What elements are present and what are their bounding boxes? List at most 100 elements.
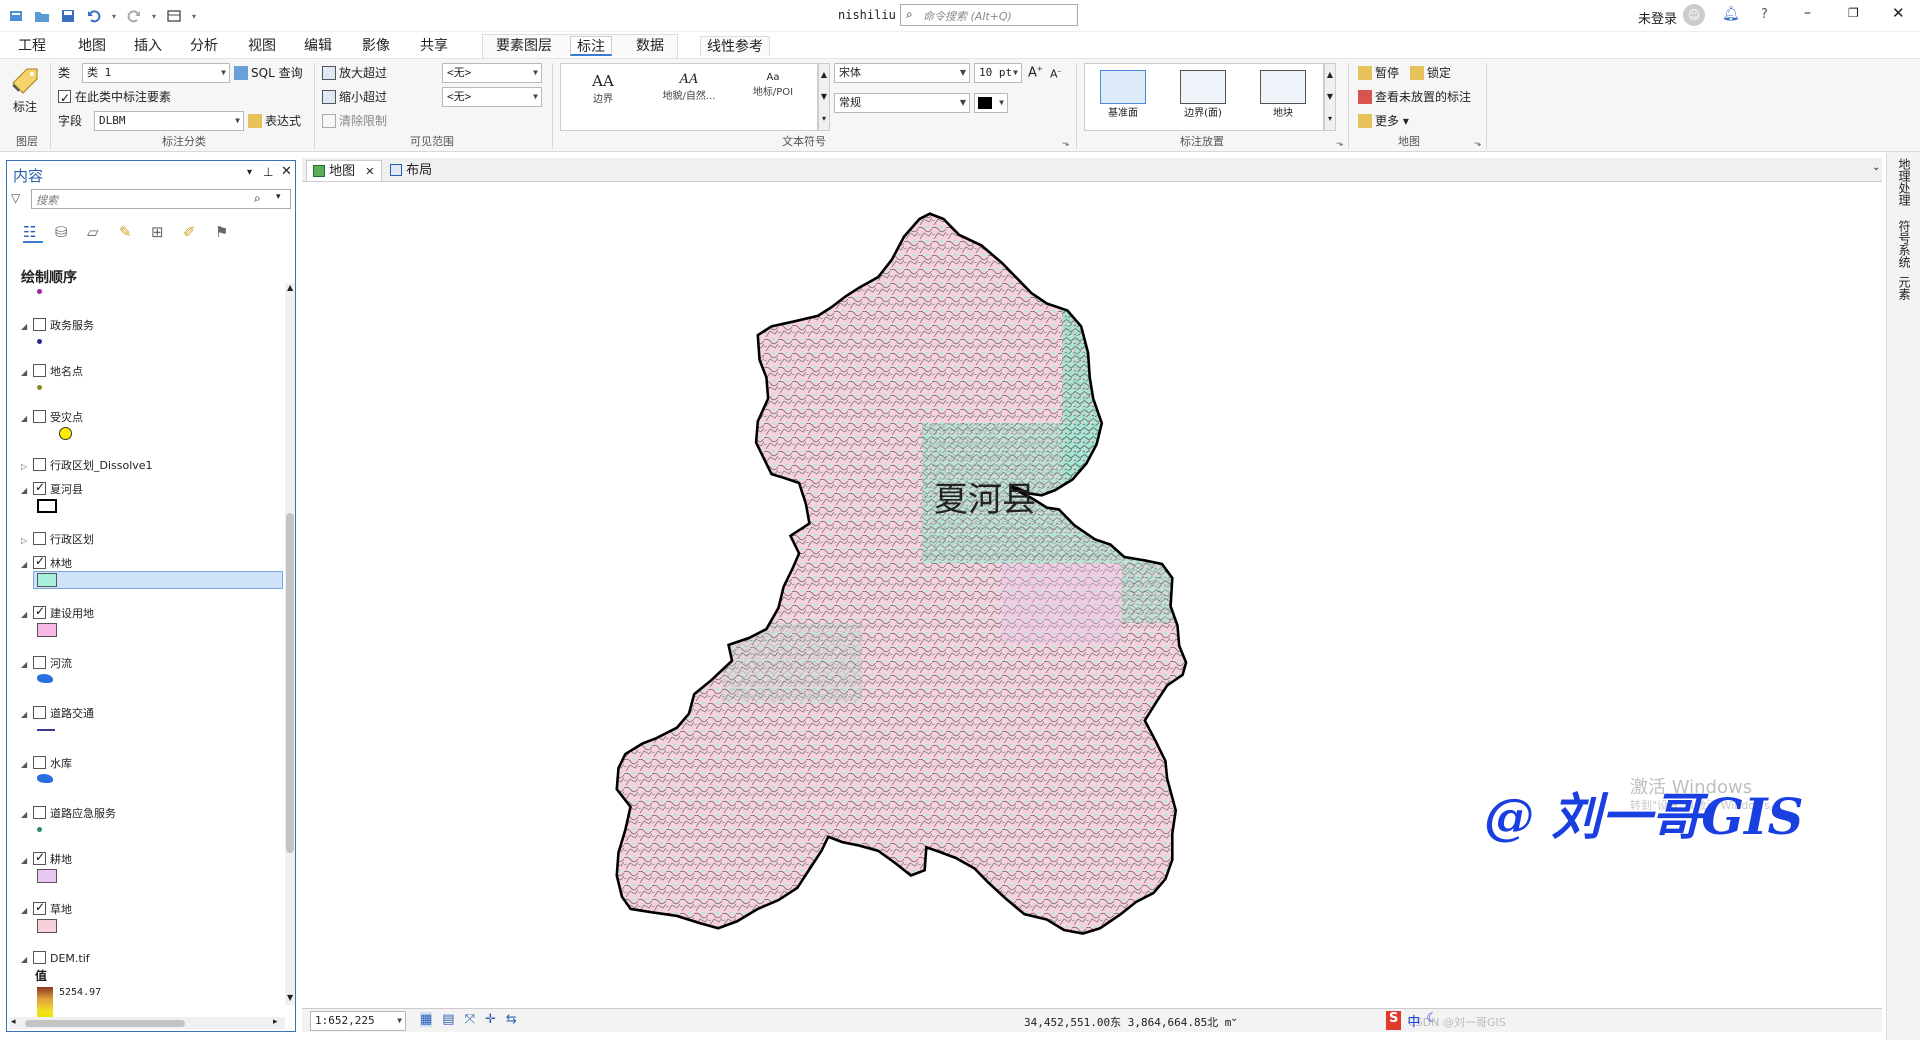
layer-visibility-checkbox[interactable] [33,656,46,669]
labeling-icon[interactable]: ✐ [183,223,203,243]
close-pane-icon[interactable]: ✕ [281,164,292,179]
input-method-icon[interactable]: S [1386,1011,1402,1030]
dock-elements[interactable]: 元素 [1896,276,1913,300]
placement-parcel[interactable]: 地块 [1259,70,1307,119]
scrollbar-thumb[interactable] [25,1020,185,1027]
layer-row[interactable]: ◢ 耕地 [21,850,72,867]
layer-visibility-checkbox[interactable] [33,410,46,423]
collapse-icon[interactable]: ◢ [21,906,31,915]
layer-visibility-checkbox[interactable] [33,706,46,719]
layer-row[interactable]: ◢ 草地 [21,900,72,917]
coordinate-format-chevron-icon[interactable]: ⌄ [1230,1013,1238,1024]
county-label[interactable]: 夏河县 [934,480,1036,520]
help-icon[interactable]: ? [1761,7,1768,22]
tab-map[interactable]: 地图 [72,36,112,56]
close-tab-icon[interactable]: ✕ [365,165,374,178]
tab-data[interactable]: 数据 [630,36,670,56]
text-symbol-landform[interactable]: AA 地貌/自然... [653,72,725,102]
layout-switch-icon[interactable] [166,8,182,24]
layer-visibility-checkbox[interactable] [33,480,46,495]
layer-row[interactable]: ◢ 政务服务 [21,317,94,333]
scale-dropdown[interactable]: 1:652,225 ▼ [310,1011,406,1031]
selection-icon[interactable]: ▱ [87,223,107,243]
collapse-icon[interactable]: ◢ [21,856,31,865]
more-button[interactable]: 更多 ▾ [1358,111,1409,131]
undo-icon[interactable] [86,8,102,24]
restore-icon[interactable]: ❐ [1848,6,1859,20]
map-svg[interactable]: 夏河县 [302,183,1882,1008]
tab-insert[interactable]: 插入 [128,36,168,56]
zoom-in-beyond-button[interactable]: 放大超过 [322,63,387,83]
tray-moon-icon[interactable]: ☾ [1426,1011,1438,1030]
decrease-font-size-icon[interactable]: A– [1050,67,1061,81]
tab-imagery[interactable]: 影像 [356,36,396,56]
selected-symbol-highlight[interactable] [33,571,283,589]
dock-symbology[interactable]: 符号系统 [1896,220,1913,268]
zoom-extent-icon[interactable]: ⤧ [465,1012,475,1027]
class-dropdown[interactable]: 类 1 ▼ [82,63,230,83]
layer-visibility-checkbox[interactable] [33,318,46,331]
scroll-right-icon[interactable]: ▸ [273,1017,278,1027]
font-size-dropdown[interactable]: 10 pt ▼ [974,63,1022,83]
text-symbol-gallery[interactable]: AA 边界 AA 地貌/自然... Aa 地标/POI [560,63,818,131]
layer-row[interactable]: ◢ 水库 [21,755,72,771]
close-icon[interactable]: ✕ [1892,4,1905,22]
layer-row[interactable]: ◢ 受灾点 [21,409,83,425]
save-project-icon[interactable] [60,8,76,24]
tab-edit[interactable]: 编辑 [298,36,338,56]
clear-limits-button[interactable]: 清除限制 [322,111,387,131]
collapse-icon[interactable]: ◢ [21,610,31,619]
layer-row[interactable]: ◢ 夏河县 [21,480,83,497]
layer-row[interactable]: ◢ 建设用地 [21,604,94,621]
gallery-scroll[interactable]: ▲ ▼ ▾ [818,63,830,131]
min-scale-dropdown[interactable]: <无> ▼ [442,63,542,83]
tab-project[interactable]: 工程 [12,36,52,56]
collapse-icon[interactable]: ◢ [21,660,31,669]
collapse-icon[interactable]: ◢ [21,414,31,423]
pane-options-icon[interactable]: ▾ [247,167,252,178]
layer-visibility-checkbox[interactable] [33,604,46,619]
undo-dropdown-icon[interactable]: ▾ [112,12,116,21]
scroll-down-icon[interactable]: ▼ [287,993,293,1002]
text-symbol-poi[interactable]: Aa 地标/POI [745,72,801,98]
tab-linear-referencing[interactable]: 线性参考 [700,36,770,56]
tab-layout-view[interactable]: 布局 [384,160,438,181]
redo-dropdown-icon[interactable]: ▾ [152,12,156,21]
tab-labeling[interactable]: 标注 [570,36,612,56]
pause-drawing-icon[interactable]: ⇆ [506,1012,517,1027]
label-toggle-button[interactable]: 标注 [8,63,42,123]
font-style-dropdown[interactable]: 常规 ▼ [834,93,970,113]
layer-visibility-checkbox[interactable] [33,532,46,545]
collapse-icon[interactable]: ◢ [21,810,31,819]
sql-query-button[interactable]: SQL 查询 [234,63,303,83]
signin-status[interactable]: 未登录 [1638,8,1677,27]
collapse-icon[interactable]: ◢ [21,322,31,331]
open-project-icon[interactable] [34,8,50,24]
layer-visibility-checkbox[interactable] [33,756,46,769]
collapse-icon[interactable]: ◢ [21,560,31,569]
layer-visibility-checkbox[interactable] [33,364,46,377]
collapse-icon[interactable]: ◢ [21,368,31,377]
placement-gallery-scroll[interactable]: ▲ ▼ ▾ [1324,63,1336,131]
dialog-launcher-icon[interactable]: ⬎ [1062,139,1070,149]
layer-visibility-checkbox[interactable] [33,951,46,964]
vertical-scrollbar[interactable]: ▲ ▼ [285,283,295,1005]
data-source-icon[interactable]: ⛁ [55,223,75,243]
collapse-icon[interactable]: ◢ [21,760,31,769]
collapse-icon[interactable]: ◢ [21,486,31,495]
layer-row[interactable]: ◢ 道路应急服务 [21,805,116,821]
layer-row[interactable]: ◢ DEM.tif [21,951,90,965]
placement-datum[interactable]: 基准面 [1099,70,1147,119]
scrollbar-thumb[interactable] [286,513,294,853]
dialog-launcher-icon[interactable]: ⬎ [1336,139,1344,149]
dialog-launcher-icon[interactable]: ⬎ [1474,139,1482,149]
tab-list-chevron-icon[interactable]: ⌄ [1872,162,1880,173]
view-unplaced-button[interactable]: 查看未放置的标注 [1358,87,1471,107]
map-canvas[interactable]: 夏河县 激活 Windows 转到"设置"以激活 Windows。 @ 刘一哥G… [302,183,1882,1008]
layer-row[interactable]: ◢ 地名点 [21,363,83,379]
layer-visibility-checkbox[interactable] [33,900,46,915]
label-placement-gallery[interactable]: 基准面 边界(面) 地块 [1084,63,1324,131]
ime-language-icon[interactable]: 中 [1407,1011,1420,1030]
layer-row[interactable]: ▷ 行政区划_Dissolve1 [21,457,153,473]
tab-share[interactable]: 共享 [414,36,454,56]
